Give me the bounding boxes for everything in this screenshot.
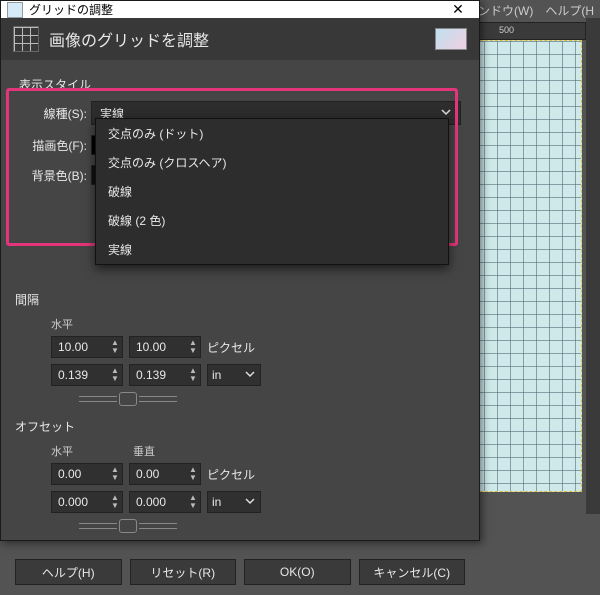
offset-px-unit: ピクセル <box>207 466 255 483</box>
grid-overlay <box>471 41 581 491</box>
line-style-dropdown: 交点のみ (ドット) 交点のみ (クロスヘア) 破線 破線 (2 色) 実線 <box>95 118 449 265</box>
scrollbar-vertical[interactable] <box>586 18 600 514</box>
chevron-down-icon <box>244 495 256 510</box>
image-canvas[interactable] <box>470 40 582 492</box>
dialog-body: 表示スタイル 線種(S): 実線 描画色(F): 背景色(B): 交点のみ (ド… <box>1 60 479 549</box>
spacing-link[interactable] <box>19 392 461 406</box>
chain-icon <box>119 392 137 406</box>
ruler-horizontal: 500 <box>470 22 586 40</box>
line-style-option-solid[interactable]: 実線 <box>96 235 448 264</box>
style-section-label: 表示スタイル <box>19 76 461 93</box>
chain-icon <box>119 519 137 533</box>
spacing-col-h: 水平 <box>51 316 123 332</box>
offset-link[interactable] <box>19 519 461 533</box>
canvas-area <box>462 40 590 500</box>
window-title: グリッドの調整 <box>29 1 113 18</box>
dialog-header-title: 画像のグリッドを調整 <box>49 27 209 51</box>
offset-section-label: オフセット <box>15 418 461 435</box>
offset-v-in[interactable]: 0.000▲▼ <box>129 491 201 513</box>
spacing-v-in[interactable]: 0.139▲▼ <box>129 364 201 386</box>
spacing-v-px[interactable]: 10.00▲▼ <box>129 336 201 358</box>
spacing-section-label: 間隔 <box>15 291 461 308</box>
spacing-unit-select[interactable]: in <box>207 364 261 386</box>
dialog-buttons: ヘルプ(H) リセット(R) OK(O) キャンセル(C) <box>1 549 479 595</box>
chevron-down-icon <box>244 368 256 383</box>
offset-h-px[interactable]: 0.00▲▼ <box>51 463 123 485</box>
dialog-header: 画像のグリッドを調整 <box>1 18 479 60</box>
ruler-tick-500: 500 <box>499 25 514 35</box>
line-style-option-crosshair[interactable]: 交点のみ (クロスヘア) <box>96 148 448 177</box>
grid-dialog: グリッドの調整 ✕ 画像のグリッドを調整 表示スタイル 線種(S): 実線 描画… <box>0 0 480 541</box>
bg-color-label: 背景色(B): <box>19 167 91 184</box>
ok-button[interactable]: OK(O) <box>244 559 351 585</box>
fg-color-label: 描画色(F): <box>19 137 91 154</box>
offset-h-in[interactable]: 0.000▲▼ <box>51 491 123 513</box>
offset-v-px[interactable]: 0.00▲▼ <box>129 463 201 485</box>
line-style-label: 線種(S): <box>19 105 91 122</box>
offset-unit-select[interactable]: in <box>207 491 261 513</box>
offset-col-v: 垂直 <box>133 443 155 459</box>
reset-button[interactable]: リセット(R) <box>130 559 237 585</box>
spacing-px-unit: ピクセル <box>207 339 255 356</box>
line-style-option-dashed[interactable]: 破線 <box>96 177 448 206</box>
help-button[interactable]: ヘルプ(H) <box>15 559 122 585</box>
title-bar[interactable]: グリッドの調整 ✕ <box>1 1 479 18</box>
menu-help[interactable]: ヘルプ(H <box>545 2 594 18</box>
window-icon <box>7 2 23 18</box>
offset-col-h: 水平 <box>51 443 123 459</box>
grid-icon <box>13 26 39 52</box>
preview-thumbnail <box>435 28 467 50</box>
close-icon[interactable]: ✕ <box>443 1 473 18</box>
spacing-h-px[interactable]: 10.00▲▼ <box>51 336 123 358</box>
line-style-option-dashed2[interactable]: 破線 (2 色) <box>96 206 448 235</box>
line-style-option-dots[interactable]: 交点のみ (ドット) <box>96 119 448 148</box>
spacing-h-in[interactable]: 0.139▲▼ <box>51 364 123 386</box>
cancel-button[interactable]: キャンセル(C) <box>359 559 466 585</box>
